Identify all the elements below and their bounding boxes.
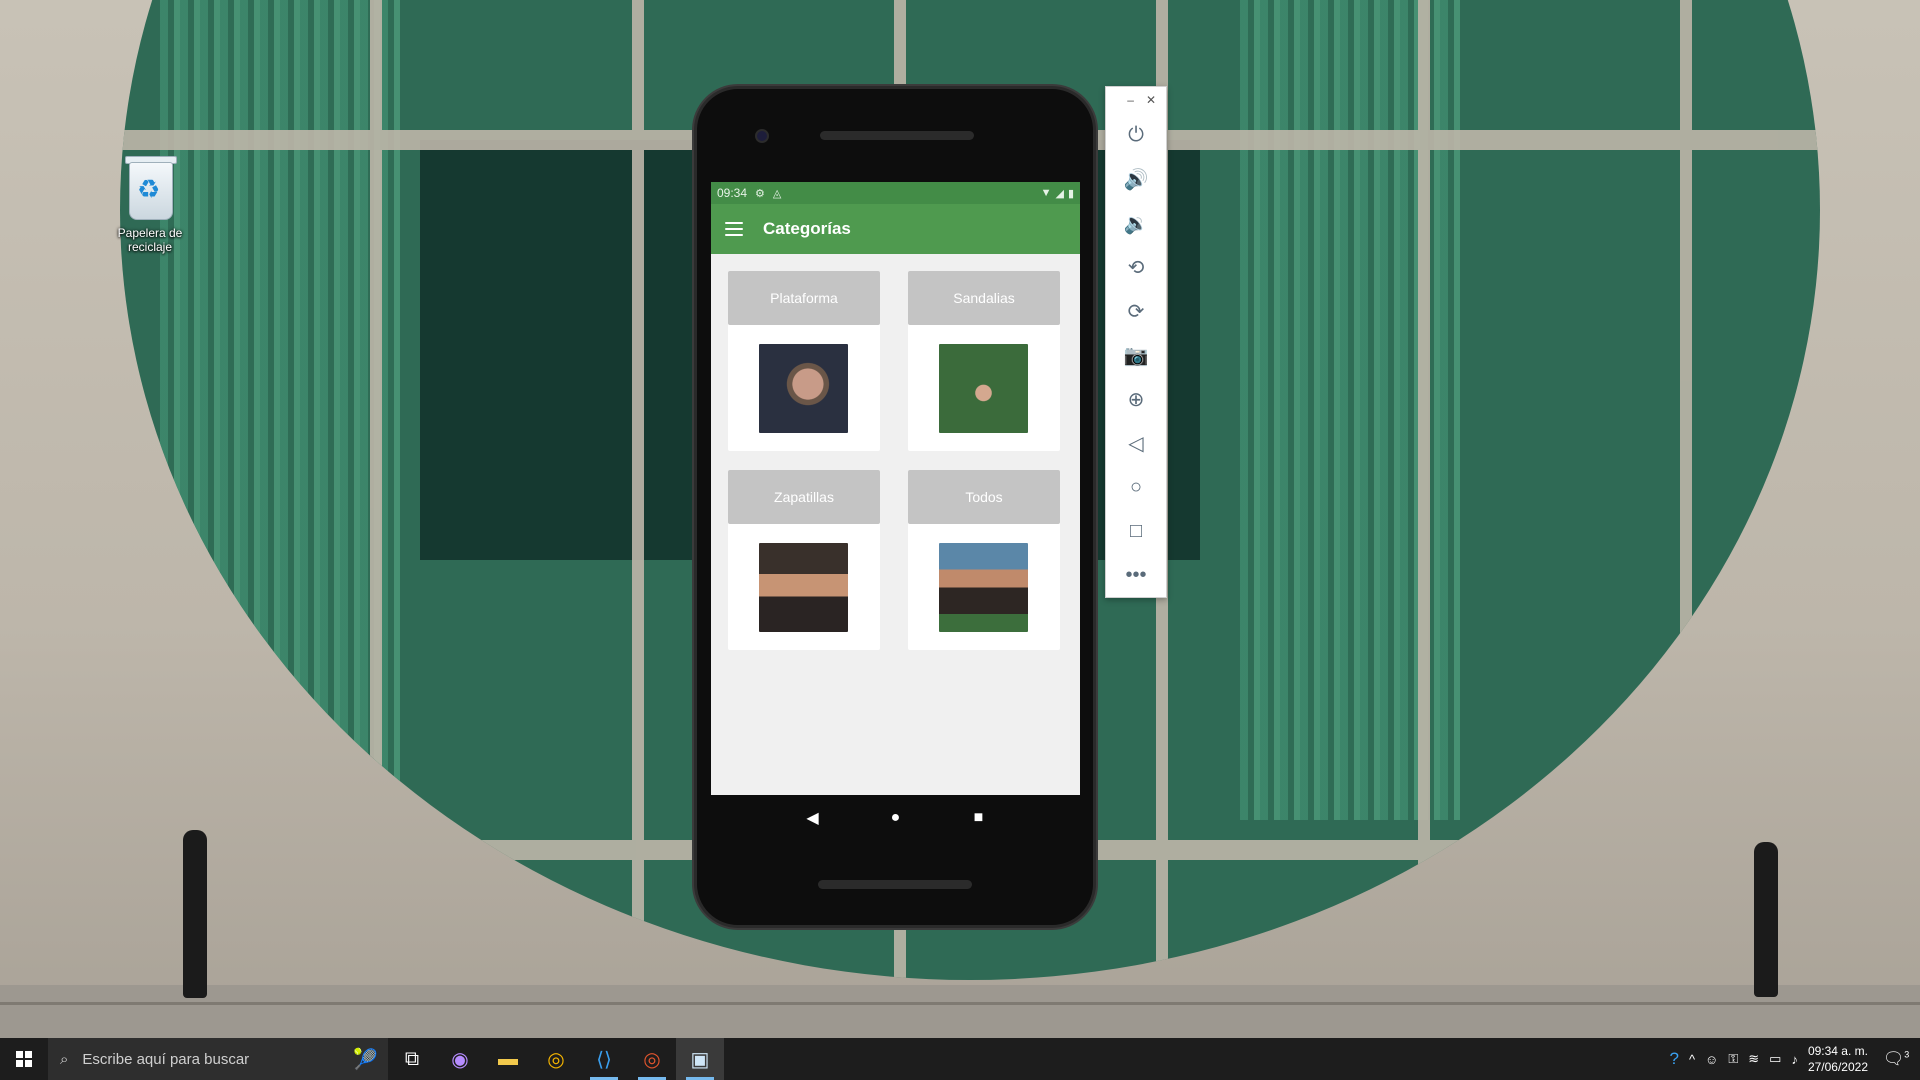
app-bar: Categorías bbox=[711, 204, 1080, 254]
status-time: 09:34 bbox=[717, 186, 748, 200]
category-button-sandalias[interactable]: Sandalias bbox=[908, 271, 1060, 325]
task-view-icon[interactable]: ⧉ bbox=[388, 1038, 436, 1080]
category-image-todos[interactable] bbox=[939, 543, 1028, 632]
emulator-window-icon[interactable]: ▣ bbox=[676, 1038, 724, 1080]
page-title: Categorías bbox=[763, 219, 851, 238]
category-card-plataforma[interactable]: Plataforma bbox=[728, 271, 880, 451]
wifi-tray-icon[interactable]: ≋ bbox=[1748, 1051, 1759, 1067]
wallpaper-floor bbox=[0, 985, 1920, 1038]
file-explorer-icon[interactable]: ▬ bbox=[484, 1038, 532, 1080]
show-hidden-icons-chevron-icon[interactable]: ^ bbox=[1689, 1052, 1695, 1067]
category-card-todos[interactable]: Todos bbox=[908, 470, 1060, 650]
volume-down-icon[interactable]: 🔉 bbox=[1106, 201, 1166, 245]
windows-logo-icon bbox=[16, 1051, 32, 1067]
help-icon[interactable]: ? bbox=[1669, 1049, 1678, 1069]
top-speaker bbox=[820, 131, 974, 140]
overview-icon[interactable]: □ bbox=[1106, 509, 1166, 553]
signal-icon: ◢ bbox=[1055, 187, 1064, 200]
android-emulator-device: 09:34 ⚙ ◬ ▼ ◢ ▮ Categorías Plataforma Sa… bbox=[694, 86, 1096, 928]
wallpaper-person-left bbox=[183, 830, 207, 998]
android-notification-icon: ◬ bbox=[772, 187, 782, 200]
rotate-right-icon[interactable]: ⟳ bbox=[1106, 289, 1166, 333]
home-icon[interactable]: ○ bbox=[1106, 465, 1166, 509]
menu-icon[interactable] bbox=[725, 222, 743, 236]
close-icon[interactable]: ✕ bbox=[1146, 93, 1156, 107]
emulator-toolbar: – ✕ ⏻ 🔊 🔉 ⟲ ⟳ 📷 ⊕ ◁ ○ □ ••• bbox=[1105, 86, 1167, 598]
category-button-zapatillas[interactable]: Zapatillas bbox=[728, 470, 880, 524]
back-icon[interactable]: ◁ bbox=[1106, 421, 1166, 465]
github-desktop-icon[interactable]: ◉ bbox=[436, 1038, 484, 1080]
category-card-zapatillas[interactable]: Zapatillas bbox=[728, 470, 880, 650]
search-icon: ⌕ bbox=[60, 1050, 69, 1068]
clock-date: 27/06/2022 bbox=[1807, 1060, 1868, 1074]
chrome-icon[interactable]: ◎ bbox=[532, 1038, 580, 1080]
recycle-bin-label: Papelera de reciclaje bbox=[117, 226, 183, 254]
bottom-speaker bbox=[818, 880, 972, 889]
chrome-profile-icon[interactable]: ◎ bbox=[628, 1038, 676, 1080]
category-image-plataforma[interactable] bbox=[759, 344, 848, 433]
camera-icon[interactable]: 📷 bbox=[1106, 333, 1166, 377]
battery-tray-icon[interactable]: ▭ bbox=[1769, 1051, 1781, 1067]
settings-icon: ⚙ bbox=[755, 187, 765, 200]
category-image-sandalias[interactable] bbox=[939, 344, 1028, 433]
category-image-zapatillas[interactable] bbox=[759, 543, 848, 632]
nav-recents-icon[interactable]: ■ bbox=[969, 809, 989, 827]
phone-screen: 09:34 ⚙ ◬ ▼ ◢ ▮ Categorías Plataforma Sa… bbox=[711, 182, 1080, 795]
taskbar-search-box[interactable]: ⌕ Escribe aquí para buscar 🎾 bbox=[48, 1038, 388, 1080]
notification-center-icon[interactable]: 🗨3 bbox=[1878, 1049, 1914, 1069]
category-card-sandalias[interactable]: Sandalias bbox=[908, 271, 1060, 451]
front-camera bbox=[755, 129, 769, 143]
nav-back-icon[interactable]: ◀ bbox=[803, 808, 823, 828]
power-icon[interactable]: ⏻ bbox=[1106, 113, 1166, 157]
clock-time: 09:34 a. m. bbox=[1807, 1044, 1868, 1058]
wifi-icon: ▼ bbox=[1040, 187, 1052, 199]
start-button[interactable] bbox=[0, 1038, 48, 1080]
network-app-icon[interactable]: ⚿ bbox=[1728, 1051, 1738, 1067]
volume-tray-icon[interactable]: ♪ bbox=[1791, 1052, 1798, 1067]
battery-icon: ▮ bbox=[1067, 187, 1074, 200]
recycle-bin-shortcut[interactable]: ♻ Papelera de reciclaje bbox=[110, 150, 190, 254]
minimize-icon[interactable]: – bbox=[1127, 93, 1134, 107]
rotate-left-icon[interactable]: ⟲ bbox=[1106, 245, 1166, 289]
category-button-todos[interactable]: Todos bbox=[908, 470, 1060, 524]
taskbar-clock[interactable]: 09:34 a. m. 27/06/2022 bbox=[1808, 1043, 1868, 1075]
recycle-bin-icon: ♻ bbox=[121, 150, 179, 222]
system-tray: ? ^ ☺ ⚿ ≋ ▭ ♪ 09:34 a. m. 27/06/2022 🗨3 bbox=[1669, 1038, 1920, 1080]
android-nav-bar: ◀ ● ■ bbox=[711, 795, 1080, 841]
search-highlight-icon: 🎾 bbox=[353, 1049, 378, 1071]
nav-home-icon[interactable]: ● bbox=[886, 809, 906, 827]
category-button-plataforma[interactable]: Plataforma bbox=[728, 271, 880, 325]
more-icon[interactable]: ••• bbox=[1106, 553, 1166, 597]
zoom-icon[interactable]: ⊕ bbox=[1106, 377, 1166, 421]
volume-up-icon[interactable]: 🔊 bbox=[1106, 157, 1166, 201]
category-grid: Plataforma Sandalias Zapatillas Todos bbox=[728, 271, 1063, 650]
notification-count: 3 bbox=[1904, 1049, 1910, 1060]
search-placeholder: Escribe aquí para buscar bbox=[82, 1050, 250, 1068]
status-bar: 09:34 ⚙ ◬ ▼ ◢ ▮ bbox=[711, 182, 1080, 204]
windows-taskbar: ⌕ Escribe aquí para buscar 🎾 ⧉ ◉ ▬ ◎ ⟨⟩ … bbox=[0, 1038, 1920, 1080]
vscode-icon[interactable]: ⟨⟩ bbox=[580, 1038, 628, 1080]
teams-icon[interactable]: ☺ bbox=[1705, 1052, 1718, 1067]
wallpaper-person-right bbox=[1754, 842, 1778, 997]
